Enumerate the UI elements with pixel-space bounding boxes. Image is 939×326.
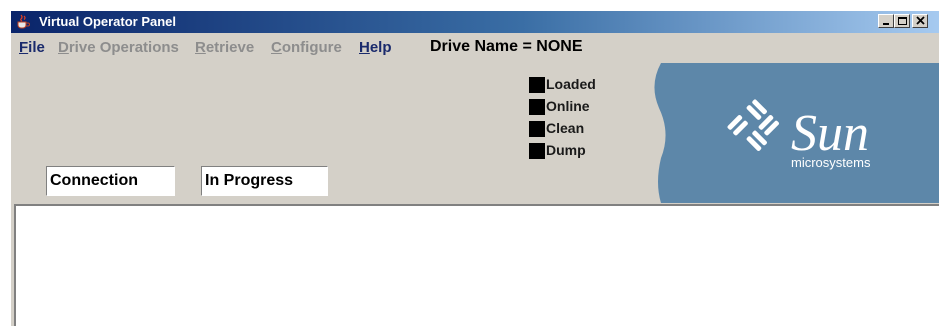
maximize-icon	[898, 17, 907, 25]
menu-help[interactable]: Help	[359, 39, 392, 56]
close-icon	[916, 16, 925, 25]
brand-name: Sun	[791, 105, 869, 162]
online-status-light	[529, 99, 545, 115]
sun-microsystems-logo: Sun microsystems	[654, 63, 939, 203]
app-window: Virtual Operator Panel File Drive Operat…	[10, 10, 939, 326]
dump-status-light	[529, 143, 545, 159]
indicator-label: Loaded	[546, 76, 596, 92]
drive-name-label: Drive Name = NONE	[430, 38, 583, 55]
indicator-label: Online	[546, 98, 590, 114]
connection-status-field: Connection	[46, 166, 175, 196]
brand-tagline: microsystems	[791, 155, 871, 170]
minimize-button[interactable]	[878, 14, 894, 28]
minimize-icon	[883, 23, 889, 25]
menu-configure[interactable]: Configure	[271, 39, 342, 56]
menu-drive-operations[interactable]: Drive Operations	[58, 39, 179, 56]
maximize-button[interactable]	[894, 14, 910, 28]
title-bar[interactable]: Virtual Operator Panel	[11, 11, 939, 33]
close-button[interactable]	[912, 14, 928, 28]
window-title: Virtual Operator Panel	[39, 14, 177, 29]
menu-file[interactable]: File	[19, 39, 45, 56]
indicator-label: Clean	[546, 120, 585, 136]
java-coffee-cup-icon	[15, 13, 31, 29]
output-text-area[interactable]	[14, 204, 939, 326]
progress-status-field: In Progress	[201, 166, 328, 196]
indicator-label: Dump	[546, 142, 586, 158]
loaded-status-light	[529, 77, 545, 93]
menu-retrieve[interactable]: Retrieve	[195, 39, 254, 56]
clean-status-light	[529, 121, 545, 137]
